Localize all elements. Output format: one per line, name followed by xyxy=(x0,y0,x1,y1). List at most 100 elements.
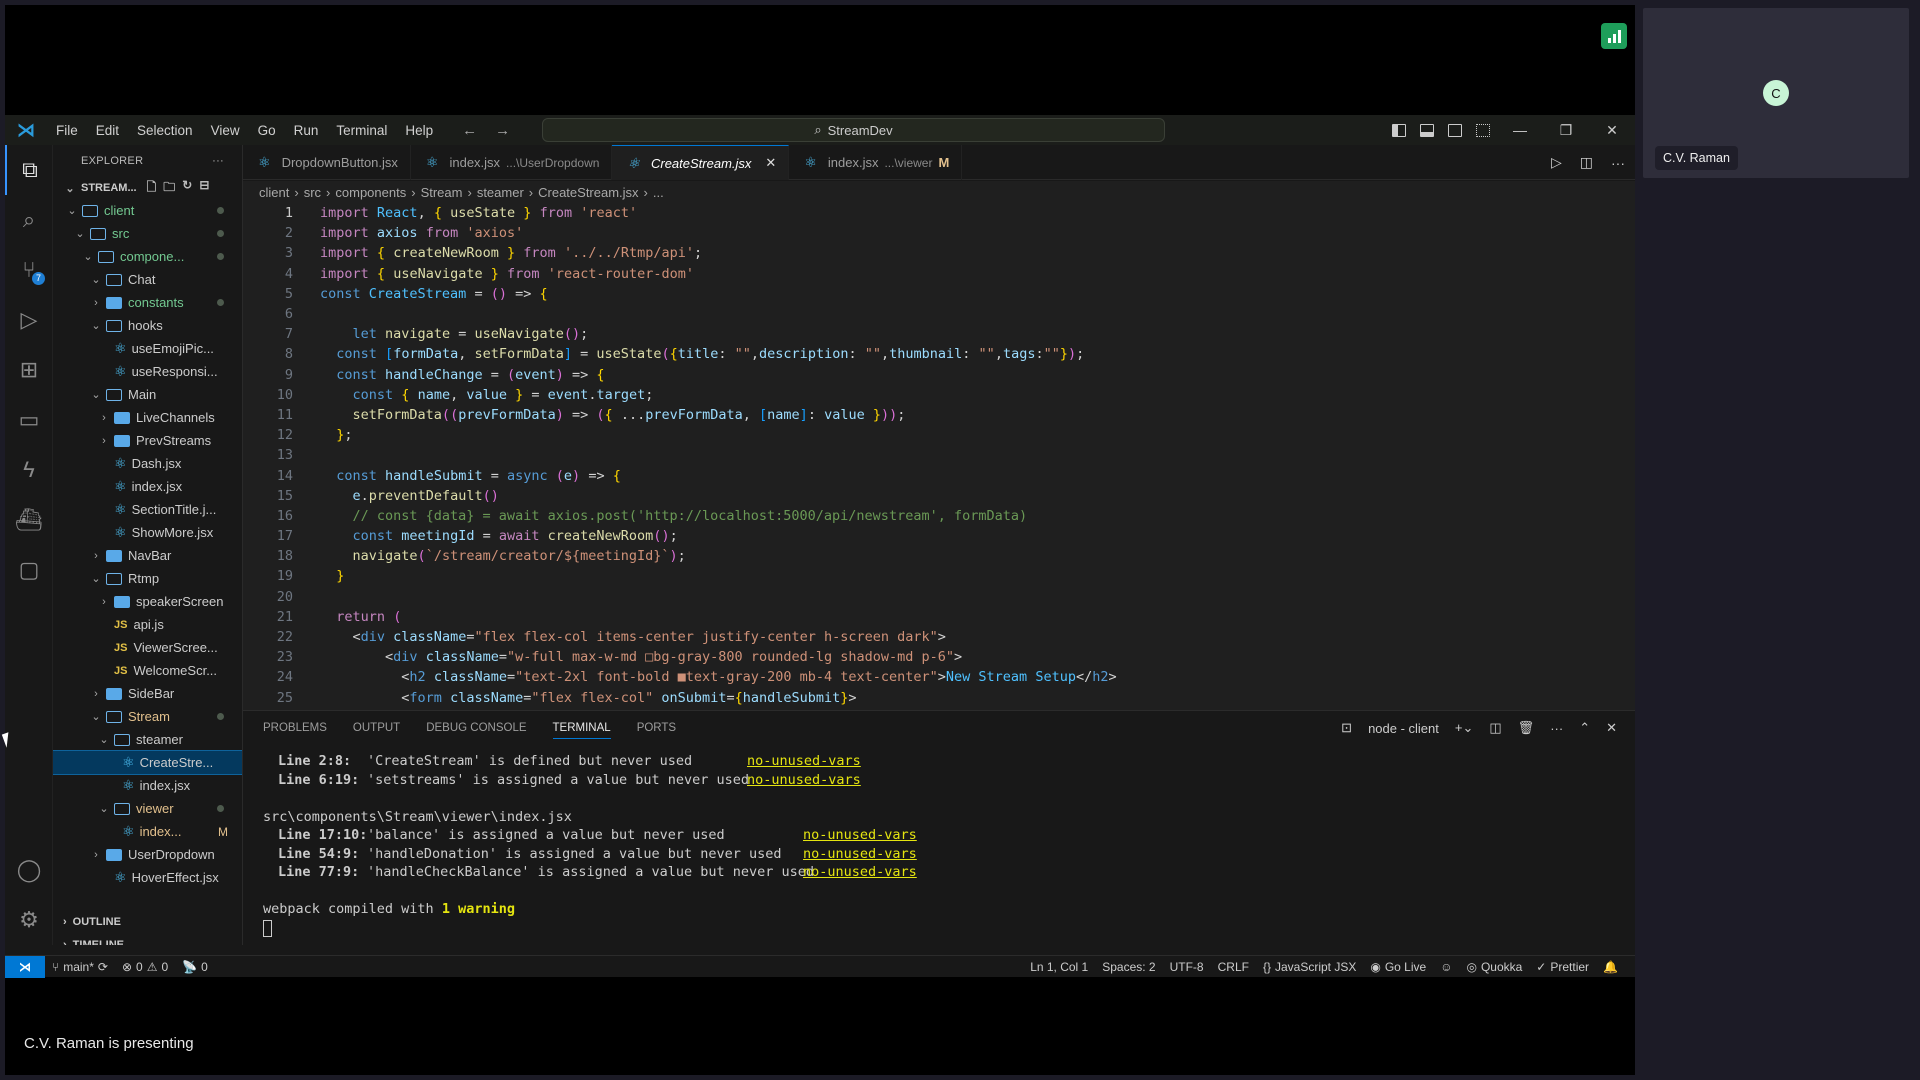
breadcrumb-item[interactable]: Stream xyxy=(421,185,463,200)
quokka-button[interactable]: ◎ Quokka xyxy=(1459,960,1529,974)
cursor-position[interactable]: Ln 1, Col 1 xyxy=(1023,960,1095,974)
remote-explorer-icon[interactable]: ▭ xyxy=(5,395,53,445)
live-share-icon[interactable]: ▢ xyxy=(5,545,53,595)
code-line[interactable]: 13 xyxy=(243,445,1635,465)
close-panel-icon[interactable]: ✕ xyxy=(1606,720,1617,736)
remote-indicator-icon[interactable]: ⋊ xyxy=(5,955,45,978)
network-stats-button[interactable] xyxy=(1601,23,1627,49)
tree-item[interactable]: ⌄ client xyxy=(53,199,242,222)
panel-tab-output[interactable]: OUTPUT xyxy=(353,722,400,734)
code-line[interactable]: 20 xyxy=(243,587,1635,607)
tree-item[interactable]: ⚛ CreateStre... xyxy=(53,750,242,775)
tree-item[interactable]: JS WelcomeScr... xyxy=(53,659,242,682)
outline-section[interactable]: › OUTLINE xyxy=(53,910,242,933)
panel-tab-terminal[interactable]: TERMINAL xyxy=(552,722,611,739)
branch-status[interactable]: ⑂ main* ⟳ xyxy=(45,960,115,974)
code-line[interactable]: 7 let navigate = useNavigate(); xyxy=(243,324,1635,344)
code-line[interactable]: 5 const CreateStream = () => { xyxy=(243,284,1635,304)
more-actions-icon[interactable]: ··· xyxy=(1611,155,1625,171)
code-line[interactable]: 1 import React, { useState } from 'react' xyxy=(243,203,1635,223)
prettier-button[interactable]: ✓ Prettier xyxy=(1529,960,1596,974)
editor-tab[interactable]: ⚛ index.jsx ...\viewer M xyxy=(789,145,963,180)
extensions-icon[interactable]: ⊞ xyxy=(5,345,53,395)
tree-item[interactable]: JS ViewerScree... xyxy=(53,636,242,659)
eslint-rule-link[interactable]: no-unused-vars xyxy=(803,864,917,883)
thunder-client-icon[interactable]: ϟ xyxy=(5,445,53,495)
customize-layout-icon[interactable] xyxy=(1476,123,1490,137)
panel-tab-ports[interactable]: PORTS xyxy=(637,722,676,734)
go-live-button[interactable]: ◉ Go Live xyxy=(1363,960,1433,974)
tree-item[interactable]: › constants xyxy=(53,291,242,314)
code-line[interactable]: 3 import { createNewRoom } from '../../Rt… xyxy=(243,243,1635,263)
tree-item[interactable]: ⚛ SectionTitle.j... xyxy=(53,498,242,521)
code-editor[interactable]: 1 import React, { useState } from 'react'… xyxy=(243,203,1635,710)
breadcrumb-item[interactable]: src xyxy=(304,185,321,200)
tree-item[interactable]: ⌄ Chat xyxy=(53,268,242,291)
ports-status[interactable]: 📡 0 xyxy=(175,960,215,974)
kill-terminal-icon[interactable]: 🗑 xyxy=(1518,720,1535,736)
eslint-rule-link[interactable]: no-unused-vars xyxy=(747,753,861,772)
tree-item[interactable]: › NavBar xyxy=(53,544,242,567)
settings-gear-icon[interactable]: ⚙ xyxy=(5,895,53,945)
code-line[interactable]: 18 navigate(`/stream/creator/${meetingId… xyxy=(243,546,1635,566)
new-folder-icon[interactable]: 🗀 xyxy=(163,178,175,199)
menu-run[interactable]: Run xyxy=(285,123,328,138)
close-tab-icon[interactable]: ✕ xyxy=(765,155,776,171)
back-arrow-icon[interactable]: ← xyxy=(462,122,477,139)
code-line[interactable]: 11 setFormData((prevFormData) => ({ ...p… xyxy=(243,405,1635,425)
tree-item[interactable]: ⌄ Stream xyxy=(53,705,242,728)
tree-item[interactable]: ⌄ compone... xyxy=(53,245,242,268)
breadcrumb-item[interactable]: ... xyxy=(653,185,664,200)
toggle-secondary-sidebar-icon[interactable] xyxy=(1448,123,1462,137)
command-center-search[interactable]: ⌕ StreamDev xyxy=(542,118,1165,142)
docker-icon[interactable]: ⛴ xyxy=(5,495,53,545)
tree-item[interactable]: ⚛ ShowMore.jsx xyxy=(53,521,242,544)
new-terminal-icon[interactable]: +⌄ xyxy=(1455,720,1473,736)
terminal-output[interactable]: Line 2:8: 'CreateStream' is defined but n… xyxy=(243,745,1635,938)
tree-item[interactable]: › SideBar xyxy=(53,682,242,705)
tree-item[interactable]: ⚛ index.jsx xyxy=(53,774,242,797)
code-line[interactable]: 25 <form className="flex flex-col" onSub… xyxy=(243,688,1635,708)
tree-item[interactable]: ⚛ useResponsi... xyxy=(53,360,242,383)
menu-help[interactable]: Help xyxy=(396,123,442,138)
account-icon[interactable]: ◯ xyxy=(5,845,53,895)
refresh-icon[interactable]: ↻ xyxy=(182,178,192,199)
menu-terminal[interactable]: Terminal xyxy=(327,123,396,138)
tree-item[interactable]: ⚛ Dash.jsx xyxy=(53,452,242,475)
tree-item[interactable]: › speakerScreen xyxy=(53,590,242,613)
breadcrumb-item[interactable]: CreateStream.jsx xyxy=(538,185,638,200)
split-editor-icon[interactable]: ◫ xyxy=(1580,154,1593,171)
new-file-icon[interactable]: 🗋 xyxy=(147,178,157,199)
code-line[interactable]: 4 import { useNavigate } from 'react-rout… xyxy=(243,264,1635,284)
run-debug-icon[interactable]: ▷ xyxy=(5,295,53,345)
search-icon[interactable]: ⌕ xyxy=(5,195,53,245)
toggle-panel-icon[interactable] xyxy=(1420,123,1434,137)
eslint-rule-link[interactable]: no-unused-vars xyxy=(803,846,917,865)
tree-item[interactable]: › UserDropdown xyxy=(53,843,242,866)
code-line[interactable]: 12 }; xyxy=(243,425,1635,445)
forward-arrow-icon[interactable]: → xyxy=(495,122,510,139)
menu-file[interactable]: File xyxy=(47,123,87,138)
tree-item[interactable]: › LiveChannels xyxy=(53,406,242,429)
code-line[interactable]: 8 const [formData, setFormData] = useSta… xyxy=(243,344,1635,364)
eslint-rule-link[interactable]: no-unused-vars xyxy=(747,772,861,791)
split-terminal-icon[interactable]: ◫ xyxy=(1489,720,1501,736)
eslint-rule-link[interactable]: no-unused-vars xyxy=(803,827,917,846)
menu-edit[interactable]: Edit xyxy=(87,123,128,138)
close-window-button[interactable]: ✕ xyxy=(1589,115,1635,145)
more-actions-icon[interactable]: ··· xyxy=(212,155,224,167)
editor-tab[interactable]: ⚛ DropdownButton.jsx xyxy=(243,145,411,180)
code-line[interactable]: 15 e.preventDefault() xyxy=(243,486,1635,506)
code-line[interactable]: 24 <h2 className="text-2xl font-bold ■te… xyxy=(243,667,1635,687)
tree-item[interactable]: ⚛ useEmojiPic... xyxy=(53,337,242,360)
terminal-name[interactable]: node - client xyxy=(1368,721,1439,736)
menu-view[interactable]: View xyxy=(202,123,249,138)
minimize-button[interactable]: — xyxy=(1497,115,1543,145)
sync-icon[interactable]: ⟳ xyxy=(98,960,108,974)
restore-button[interactable]: ❐ xyxy=(1543,115,1589,145)
indentation[interactable]: Spaces: 2 xyxy=(1095,960,1162,974)
language-mode[interactable]: {} JavaScript JSX xyxy=(1256,960,1363,974)
code-line[interactable]: 9 const handleChange = (event) => { xyxy=(243,365,1635,385)
tree-item[interactable]: ⚛ index... M xyxy=(53,820,242,843)
breadcrumb-item[interactable]: steamer xyxy=(477,185,524,200)
